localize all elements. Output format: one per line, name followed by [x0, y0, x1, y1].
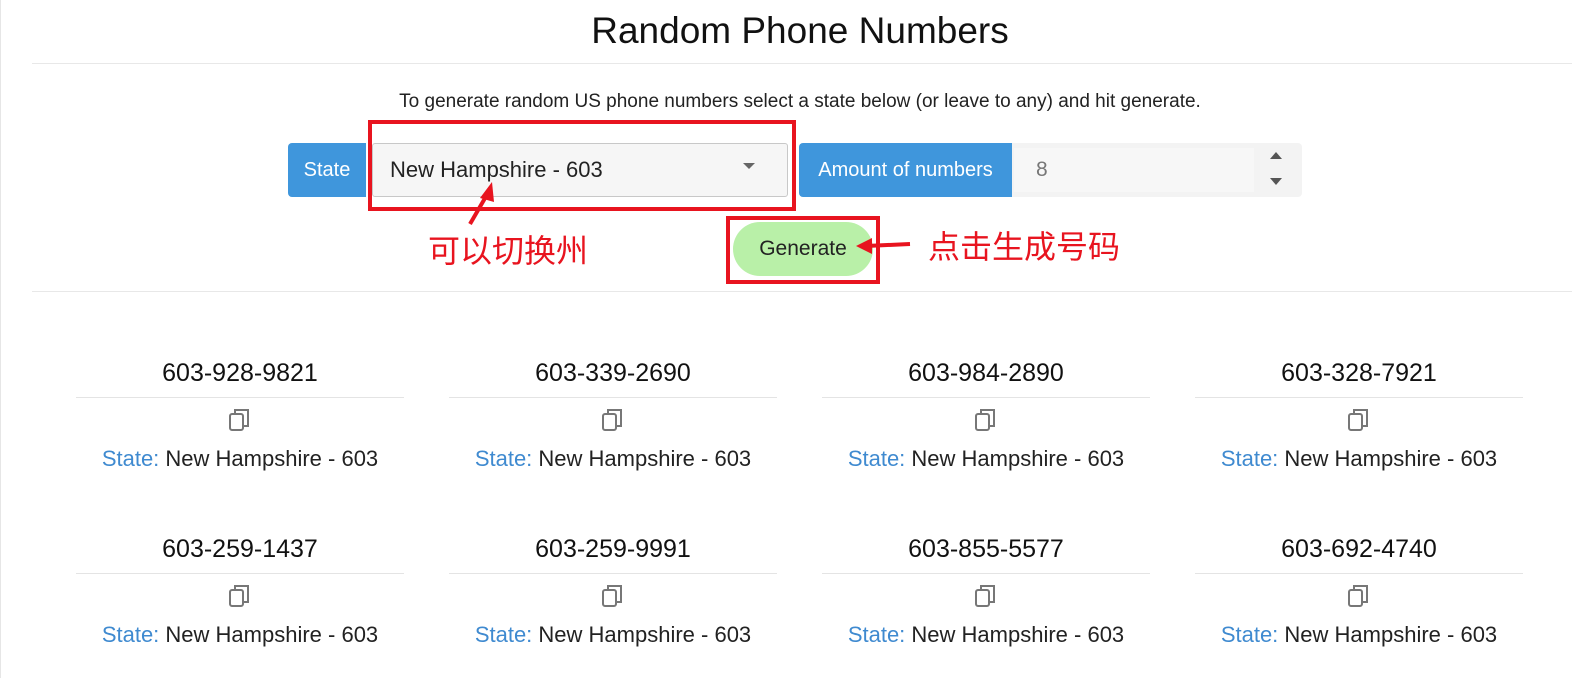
state-value: New Hampshire - 603 [538, 446, 752, 471]
state-value: New Hampshire - 603 [165, 446, 379, 471]
card-divider [76, 573, 404, 574]
state-key: State: [847, 446, 906, 471]
phone-card: 603-984-2890 State: New Hampshire - 603 [822, 345, 1150, 472]
state-value: New Hampshire - 603 [538, 622, 752, 647]
copy-icon[interactable] [76, 582, 404, 616]
copy-icon[interactable] [449, 406, 777, 440]
phone-number: 603-984-2890 [908, 359, 1064, 387]
annotation-box-state [368, 120, 796, 211]
annotation-box-generate [726, 216, 880, 284]
page-title: Random Phone Numbers [591, 10, 1009, 51]
phone-number: 603-692-4740 [1281, 535, 1437, 563]
divider [32, 63, 1572, 64]
phone-card: 603-259-9991 State: New Hampshire - 603 [449, 521, 777, 648]
page: Random Phone Numbers To generate random … [0, 0, 1572, 678]
copy-icon[interactable] [1195, 406, 1523, 440]
annotation-generate-hint: 点击生成号码 [928, 228, 1121, 266]
phone-number: 603-328-7921 [1281, 359, 1437, 387]
phone-number: 603-259-1437 [162, 535, 318, 563]
card-divider [1195, 397, 1523, 398]
card-state: State: New Hampshire - 603 [76, 622, 404, 648]
card-state: State: New Hampshire - 603 [822, 622, 1150, 648]
card-divider [76, 397, 404, 398]
phone-card: 603-339-2690 State: New Hampshire - 603 [449, 345, 777, 472]
state-value: New Hampshire - 603 [165, 622, 379, 647]
amount-label: Amount of numbers [799, 143, 1012, 197]
phone-card: 603-259-1437 State: New Hampshire - 603 [76, 521, 404, 648]
state-value: New Hampshire - 603 [1284, 622, 1498, 647]
card-state: State: New Hampshire - 603 [822, 446, 1150, 472]
state-key: State: [474, 446, 533, 471]
phone-number: 603-339-2690 [535, 359, 691, 387]
phone-card: 603-692-4740 State: New Hampshire - 603 [1195, 521, 1523, 648]
card-divider [449, 397, 777, 398]
intro-text: To generate random US phone numbers sele… [399, 91, 1201, 112]
card-divider [1195, 573, 1523, 574]
card-state: State: New Hampshire - 603 [76, 446, 404, 472]
phone-card: 603-928-9821 State: New Hampshire - 603 [76, 345, 404, 472]
card-divider [449, 573, 777, 574]
phone-number: 603-928-9821 [162, 359, 318, 387]
divider [32, 291, 1572, 292]
state-key: State: [1220, 622, 1279, 647]
state-key: State: [847, 622, 906, 647]
annotation-state-hint: 可以切换州 [428, 232, 589, 270]
state-key: State: [101, 622, 160, 647]
state-key: State: [101, 446, 160, 471]
card-state: State: New Hampshire - 603 [449, 622, 777, 648]
card-state: State: New Hampshire - 603 [449, 446, 777, 472]
state-value: New Hampshire - 603 [911, 446, 1125, 471]
copy-icon[interactable] [76, 406, 404, 440]
state-value: New Hampshire - 603 [911, 622, 1125, 647]
copy-icon[interactable] [822, 582, 1150, 616]
card-divider [822, 573, 1150, 574]
copy-icon[interactable] [1195, 582, 1523, 616]
state-key: State: [474, 622, 533, 647]
state-label: State [288, 143, 366, 197]
card-divider [822, 397, 1150, 398]
spin-down-icon[interactable] [1270, 178, 1282, 185]
copy-icon[interactable] [449, 582, 777, 616]
card-state: State: New Hampshire - 603 [1195, 446, 1523, 472]
phone-number: 603-259-9991 [535, 535, 691, 563]
state-key: State: [1220, 446, 1279, 471]
state-value: New Hampshire - 603 [1284, 446, 1498, 471]
phone-card: 603-855-5577 State: New Hampshire - 603 [822, 521, 1150, 648]
spin-up-icon[interactable] [1270, 152, 1282, 159]
amount-input[interactable] [1014, 148, 1254, 192]
card-state: State: New Hampshire - 603 [1195, 622, 1523, 648]
copy-icon[interactable] [822, 406, 1150, 440]
phone-number: 603-855-5577 [908, 535, 1064, 563]
phone-card: 603-328-7921 State: New Hampshire - 603 [1195, 345, 1523, 472]
